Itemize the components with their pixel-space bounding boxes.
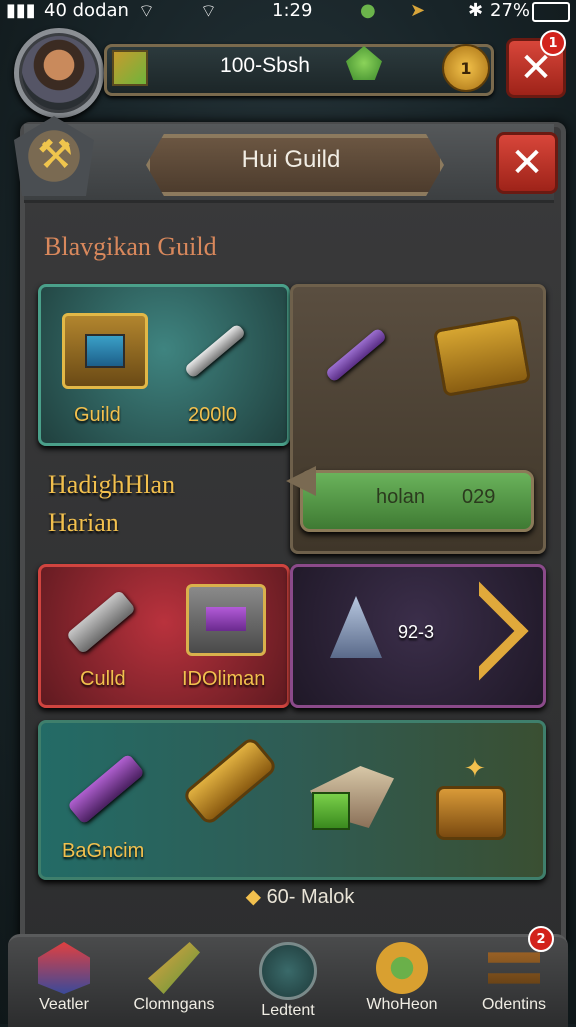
resource-value: 100-Sbsh [220,54,310,77]
card-label: Guild [74,404,121,426]
chest-icon [60,306,150,396]
nav-badge: 2 [528,926,554,952]
panel-close-button[interactable]: ✕ [496,132,558,194]
wifi-icon: ⌔ [200,1,217,22]
sparkle-icon: ✦ [464,754,486,784]
card-label: IDOliman [182,668,266,690]
gear-icon [376,942,428,994]
nav-label: Veatler [39,996,89,1013]
coin-icon[interactable]: 1 [442,44,490,92]
crossed-swords-icon [170,306,260,396]
battery-percent: 27% [490,0,531,21]
nav-label: Clomngans [133,996,215,1013]
nav-item-odentins[interactable]: Odentins [458,934,570,1024]
resource-map-icon [112,50,148,86]
button-value: 029 [462,486,496,508]
footer-status: ◆ 60- Malok [200,884,400,909]
section-title: Blavgikan Guild [44,232,217,261]
hammer-icon: ⚒ [37,132,73,178]
spear-icon [148,942,200,994]
card-label: 200l0 [188,404,237,426]
coin-small-icon: ◆ [245,886,267,908]
purple-drill-icon [56,744,156,834]
card-label: BaGncim [62,840,145,862]
nav-item-ledtent[interactable]: Ledtent [232,934,344,1024]
button-label: holan [376,486,425,508]
card-value: 92-3 [398,622,435,642]
signal-icon: ▮▮▮ [6,0,36,21]
gem-icon [38,942,90,994]
player-avatar[interactable] [14,28,104,118]
app-dot-icon: ● [360,0,376,21]
status-bar: ▮▮▮ 40 dodan ⌔ ⌔ 1:29 ● ➤ ✱ 27% [0,0,576,24]
nav-item-veatler[interactable]: Veatler [8,934,120,1024]
nav-label: WhoHeon [366,996,438,1013]
page-title: Hui Guild [241,146,341,173]
info-text-line1: HadighHlan [48,470,176,499]
nav-item-whoheon[interactable]: WhoHeon [346,934,458,1024]
crate-icon [186,584,266,656]
notification-badge: 1 [540,30,566,56]
drill-icon [56,582,146,662]
footer-value: 60- Malok [266,886,355,908]
wifi-icon: ⌔ [138,1,155,22]
carrier-label: 40 dodan [44,0,129,21]
bluetooth-icon: ✱ [468,0,484,21]
location-icon: ➤ [410,0,426,21]
clock: 1:29 [272,0,313,21]
spear-icon [306,310,406,400]
battery-icon [532,2,570,22]
info-text-line2: Harian [48,508,119,537]
close-icon: ✕ [510,140,544,186]
nav-item-clomngans[interactable]: Clomngans [118,934,230,1024]
treasure-icon [436,786,506,840]
nav-label: Ledtent [261,1002,315,1019]
barricade-icon [488,952,540,984]
green-cube-icon [312,792,350,830]
nav-label: Odentins [481,996,547,1013]
guild-icon [259,942,317,1000]
card-label: Culld [80,668,126,690]
